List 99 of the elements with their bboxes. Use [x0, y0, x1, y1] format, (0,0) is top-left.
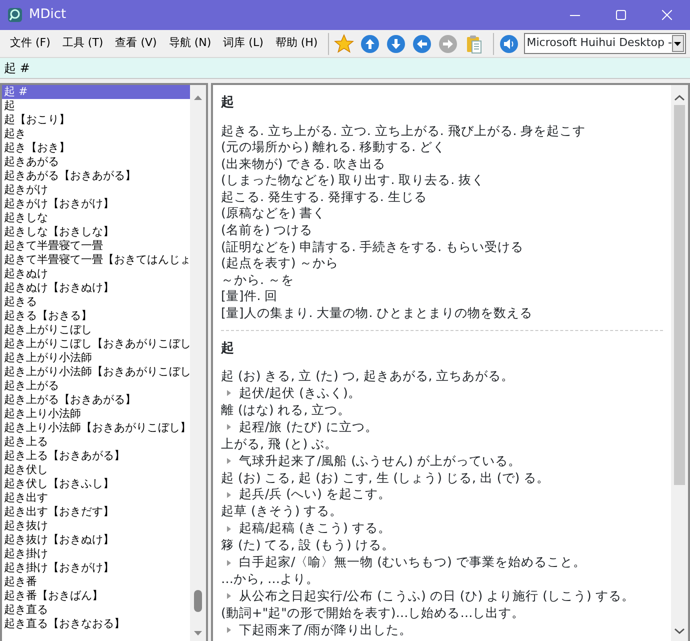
menu-item[interactable]: 工具 (T)	[56, 35, 110, 52]
word-list-item[interactable]: 起き上がり小法師	[2, 351, 190, 365]
word-list-item[interactable]: 起き上がる	[2, 379, 190, 393]
word-list-item[interactable]: 起き上り小法師【おきあがりこぼし】	[2, 421, 190, 435]
word-list-item[interactable]: 起きしな	[2, 211, 190, 225]
definition-text: (動詞+"起"の形で開始を表す)…し始める…し出す。	[221, 604, 526, 622]
close-icon[interactable]	[662, 10, 672, 20]
word-list-item[interactable]: 起き番	[2, 575, 190, 589]
definition-text: 起きる. 立ち上がる. 立つ. 立ち上がる. 飛び上がる. 身を起こす	[221, 122, 587, 140]
definition-text: [量]人の集まり. 大量の物. ひとまとまりの物を数える	[221, 305, 534, 322]
bullet-icon	[227, 593, 231, 600]
word-list-item[interactable]: 起き抜け【おきぬけ】	[2, 533, 190, 547]
word-list-item[interactable]: 起きがけ【おきがけ】	[2, 197, 190, 211]
word-list-item[interactable]: 起き直る	[2, 603, 190, 617]
app-icon	[7, 7, 23, 23]
bullet-icon	[227, 458, 231, 464]
left-arrow-button[interactable]	[410, 32, 433, 54]
menu-item[interactable]: 查看 (V)	[109, 35, 163, 52]
scroll-thumb[interactable]	[674, 105, 685, 485]
word-list-item[interactable]: 起【おこり】	[2, 113, 190, 127]
menu-item[interactable]: 导航 (N)	[162, 35, 218, 52]
definition-text: 離 (はな) れる, 立つ。	[221, 402, 352, 419]
voice-dropdown[interactable]: Microsoft Huihui Desktop -	[524, 33, 686, 54]
entry-headword: 起	[221, 340, 235, 358]
speaker-button[interactable]	[498, 32, 520, 54]
word-list-item[interactable]: 起き上がり小法師【おきあがりこぼし	[2, 365, 190, 379]
word-list-item[interactable]: 起きがけ	[2, 183, 190, 197]
example-text: 起兵/兵 (へい) を起こす。	[239, 486, 391, 504]
word-list-item[interactable]: 起きぬけ	[2, 267, 190, 281]
word-list-item[interactable]: 起きあがる	[2, 155, 190, 169]
scroll-thumb[interactable]	[194, 590, 202, 612]
definition-text: (証明などを) 申請する. 手続きをする. もらい受ける	[221, 238, 525, 256]
bullet-icon	[227, 492, 231, 498]
definition-text: [量]件. 回	[221, 288, 279, 306]
definition-text: (原稿などを) 書く	[221, 205, 327, 222]
bullet-icon	[227, 390, 231, 396]
definition-text: 起 (お) きる, 立 (た) つ, 起きあがる, 立ちあがる。	[221, 368, 516, 386]
definition-text: 簃 (た) てる, 設 (もう) ける。	[221, 537, 396, 554]
word-list-item[interactable]: 起きしな【おきしな】	[2, 225, 190, 239]
menu-item[interactable]: 帮助 (H)	[269, 35, 324, 52]
word-list-item[interactable]: 起きあがる【おきあがる】	[2, 169, 190, 183]
word-list-item[interactable]: 起き直る【おきなおる】	[2, 617, 190, 631]
definition-text: ～から. ～を	[221, 272, 295, 288]
definition-text: (起点を表す) ～から	[221, 255, 340, 272]
word-list-item[interactable]: 起き番【おきばん】	[2, 589, 190, 603]
word-list-item[interactable]: 起き【おき】	[2, 141, 190, 155]
word-list-item[interactable]: 起き上がりこぼし	[2, 323, 190, 337]
definition-text: 上がる, 飛 (と) ぶ。	[221, 436, 339, 453]
word-list-item[interactable]: 起き上がりこぼし【おきあがりこぼし	[2, 337, 190, 351]
word-list-item[interactable]: 起き抜け	[2, 519, 190, 533]
menu-item[interactable]: 文件 (F)	[4, 35, 56, 52]
example-text: 起程/旅 (たび) に立つ。	[239, 418, 378, 436]
entry-headword: 起	[221, 94, 235, 112]
bullet-icon	[227, 424, 231, 430]
example-text: 白手起家/〈喻〉無一物 (むいちもつ) で事業を始めること。	[239, 554, 586, 571]
word-list-item[interactable]: 起きて半畳寝て一畳【おきてはんじょ	[2, 253, 190, 267]
word-list-item[interactable]: 起きる	[2, 295, 190, 309]
word-list-item[interactable]: 起き出す【おきだす】	[2, 505, 190, 519]
caret-icon	[674, 42, 682, 46]
definition-text: (名前を) つける	[221, 222, 314, 239]
definition-text: (しまった物などを) 取り出す. 取り去る. 抜く	[221, 172, 486, 189]
word-list-item[interactable]: 起きる【おきる】	[2, 309, 190, 323]
word-list-item[interactable]: 起き掛け	[2, 547, 190, 561]
word-list-item[interactable]: 起き伏し	[2, 463, 190, 477]
definition-text: 起こる. 発生する. 発揮する. 生じる	[221, 188, 428, 206]
word-list-item[interactable]: 起き出す	[2, 491, 190, 505]
example-text: 起稿/起稿 (きこう) する。	[239, 520, 391, 538]
bullet-icon	[227, 526, 231, 532]
search-field[interactable]: 起 #	[0, 58, 690, 79]
word-list-item[interactable]: 起きぬけ【おきぬけ】	[2, 281, 190, 295]
example-text: 起伏/起伏 (きふく)。	[239, 385, 361, 402]
definition-text: (元の場所から) 離れる. 移動する. どく	[221, 139, 447, 156]
word-list-item[interactable]: 起	[2, 99, 190, 113]
example-text: 从公布之日起实行/公布 (こうふ) の日 (ひ) より施行 (しこう) する。	[239, 588, 634, 605]
definition-text: 起草 (きそう) する。	[221, 503, 344, 520]
word-list-item[interactable]: 起き伏し【おきふし】	[2, 477, 190, 491]
example-text: 下起雨来了/雨が降り出した。	[239, 622, 412, 639]
scrollbar[interactable]	[671, 85, 688, 641]
example-text: 气球升起来了/風船 (ふうせん) が上がっている。	[239, 452, 521, 470]
definition-text: (出来物が) できる. 吹き出る	[221, 156, 387, 172]
word-list-item[interactable]: 起き上り小法師	[2, 407, 190, 421]
word-list-item[interactable]: 起き上る	[2, 435, 190, 449]
word-list-item[interactable]: 起き上る【おきあがる】	[2, 449, 190, 463]
word-list-item[interactable]: 起き掛け【おきがけ】	[2, 561, 190, 575]
word-list-item[interactable]: 起き上がる【おきあがる】	[2, 393, 190, 407]
word-list-item[interactable]: 起き	[2, 127, 190, 141]
bullet-icon	[227, 560, 231, 566]
scrollbar[interactable]	[190, 85, 206, 641]
word-list-item[interactable]: 起 #	[2, 85, 190, 99]
word-list-item[interactable]: 起きて半畳寝て一畳	[2, 239, 190, 253]
bullet-icon	[227, 627, 231, 634]
definition-text: 起 (お) こる, 起 (お) こす, 生 (しょう) じる, 出 (で) る。	[221, 470, 551, 486]
window-title: MDict	[29, 6, 66, 24]
up-arrow-button[interactable]	[358, 32, 381, 54]
menu-item[interactable]: 词库 (L)	[217, 35, 270, 52]
down-arrow-button[interactable]	[384, 32, 407, 54]
definition-text: …から, …より。	[221, 571, 320, 588]
maximize-icon[interactable]	[616, 10, 626, 20]
star-button[interactable]	[332, 32, 355, 54]
